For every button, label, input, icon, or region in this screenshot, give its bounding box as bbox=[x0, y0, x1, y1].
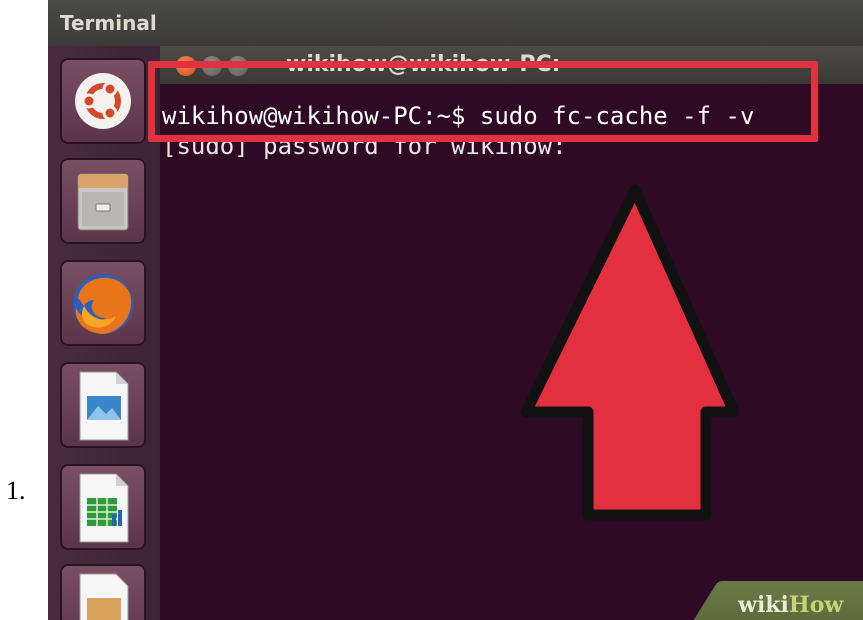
wikihow-logo: wikiHow bbox=[738, 592, 844, 618]
up-arrow-icon bbox=[520, 184, 740, 521]
step-number: 1. bbox=[6, 476, 26, 505]
ubuntu-screenshot: Terminal wikihow@wikihow-PC: ~ wikihow@w… bbox=[48, 0, 863, 620]
